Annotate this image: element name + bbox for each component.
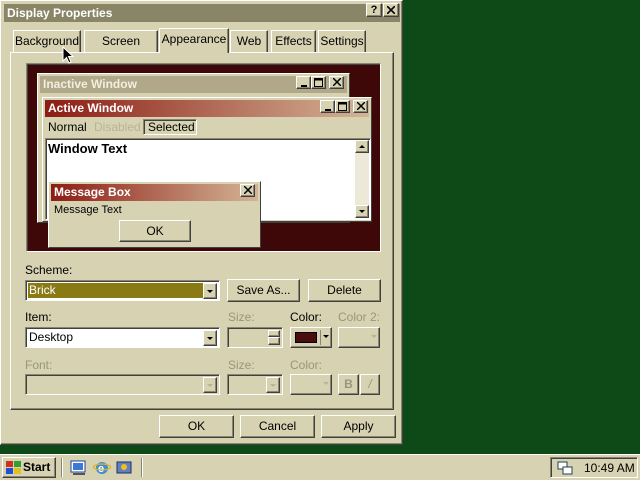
item-label: Item: <box>25 310 52 324</box>
item-size-spinner[interactable] <box>227 327 283 348</box>
taskbar-divider <box>61 458 63 477</box>
font-select[interactable] <box>25 374 220 395</box>
message-box-titlebar: Message Box <box>51 184 258 201</box>
chevron-down-icon[interactable] <box>203 377 217 393</box>
bold-button[interactable]: B <box>338 374 359 395</box>
picker-divider <box>320 330 321 345</box>
close-icon <box>387 6 395 14</box>
font-color-picker[interactable] <box>290 374 332 395</box>
delete-label: Delete <box>327 283 362 297</box>
scheme-select[interactable]: Brick <box>25 280 220 301</box>
chevron-down-icon[interactable] <box>203 283 217 299</box>
tab-screen-saver[interactable]: Screen Saver <box>84 30 158 68</box>
font-label: Font: <box>25 358 53 372</box>
bold-icon: B <box>344 377 353 391</box>
scheme-value: Brick <box>28 283 203 298</box>
maximize-icon <box>335 100 350 113</box>
scheme-label: Scheme: <box>25 263 73 277</box>
font-size-label: Size: <box>228 358 255 372</box>
appearance-preview[interactable]: Inactive Window Active Window Normal Dis… <box>26 63 381 252</box>
channels-icon[interactable] <box>116 459 134 476</box>
scroll-up-icon <box>355 140 369 153</box>
chevron-down-icon <box>323 382 329 385</box>
network-icon[interactable] <box>556 460 574 476</box>
font-color-label: Color: <box>290 358 323 372</box>
item-color-picker[interactable] <box>290 327 332 348</box>
italic-icon: / <box>368 377 372 391</box>
clock[interactable]: 10:49 AM <box>584 461 635 475</box>
close-icon <box>353 100 368 113</box>
help-button[interactable]: ? <box>366 3 382 17</box>
help-icon: ? <box>370 4 378 16</box>
item-color-label: Color: <box>290 310 323 324</box>
preview-menu-normal: Normal <box>48 120 87 134</box>
chevron-down-icon[interactable] <box>203 330 217 346</box>
tab-label: Settings <box>320 34 364 48</box>
color-swatch <box>295 332 317 343</box>
preview-message-box[interactable]: Message Box Message Text OK <box>48 181 261 248</box>
internet-explorer-icon[interactable]: e <box>92 459 112 476</box>
cancel-label: Cancel <box>258 419 297 433</box>
ok-button[interactable]: OK <box>159 415 234 438</box>
chevron-down-icon <box>371 335 377 338</box>
close-button[interactable] <box>383 3 399 17</box>
tab-settings[interactable]: Settings <box>318 30 366 52</box>
tab-label: Effects <box>275 34 312 48</box>
dialog-titlebar[interactable]: Display Properties <box>4 4 400 22</box>
delete-button[interactable]: Delete <box>308 279 381 302</box>
item-color2-label: Color 2: <box>338 310 381 324</box>
tab-effects[interactable]: Effects <box>271 30 316 52</box>
minimize-icon <box>320 100 335 113</box>
close-icon <box>329 76 344 89</box>
tab-appearance[interactable]: Appearance <box>159 28 229 53</box>
scroll-down-icon <box>355 205 369 218</box>
apply-button[interactable]: Apply <box>321 415 396 438</box>
tab-label: Appearance <box>161 32 227 46</box>
minimize-icon <box>296 76 311 89</box>
cancel-button[interactable]: Cancel <box>240 415 315 438</box>
inactive-window-title: Inactive Window <box>43 77 137 91</box>
preview-scrollbar <box>355 140 369 218</box>
active-window-title: Active Window <box>48 101 134 115</box>
taskbar-divider <box>141 458 143 477</box>
chevron-down-icon[interactable] <box>266 377 280 393</box>
close-icon <box>240 184 255 197</box>
mouse-cursor-icon <box>62 46 74 64</box>
windows-logo-icon <box>6 461 21 474</box>
message-box-ok-button[interactable]: OK <box>119 220 191 242</box>
save-as-label: Save As... <box>236 283 291 297</box>
start-label: Start <box>23 460 51 474</box>
item-color2-picker[interactable] <box>338 327 380 348</box>
message-box-title: Message Box <box>54 185 131 199</box>
ok-label: OK <box>187 419 206 433</box>
maximize-icon <box>311 76 326 89</box>
ok-label: OK <box>146 224 164 238</box>
tab-web[interactable]: Web <box>230 30 268 52</box>
spin-down-icon <box>268 337 280 345</box>
preview-window-text: Window Text <box>48 141 128 156</box>
preview-menu-disabled: Disabled <box>94 120 141 134</box>
taskbar: Start e 10:49 AM <box>0 454 640 480</box>
display-properties-dialog: Display Properties ? Background Screen S… <box>0 0 403 445</box>
show-desktop-icon[interactable] <box>70 459 88 476</box>
spin-up-icon <box>268 330 280 337</box>
chevron-down-icon <box>323 335 329 338</box>
font-size-select[interactable] <box>227 374 283 395</box>
system-tray: 10:49 AM <box>550 457 638 478</box>
apply-label: Apply <box>343 419 374 433</box>
message-text: Message Text <box>54 204 122 216</box>
start-button[interactable]: Start <box>2 457 56 478</box>
item-size-label: Size: <box>228 310 255 324</box>
svg-text:e: e <box>98 463 104 475</box>
preview-menu-selected: Selected <box>143 119 197 135</box>
item-select[interactable]: Desktop <box>25 327 220 348</box>
tab-label: Web <box>236 34 262 48</box>
dialog-title: Display Properties <box>7 6 113 20</box>
italic-button[interactable]: / <box>360 374 380 395</box>
item-value: Desktop <box>29 330 74 344</box>
save-as-button[interactable]: Save As... <box>227 279 300 302</box>
